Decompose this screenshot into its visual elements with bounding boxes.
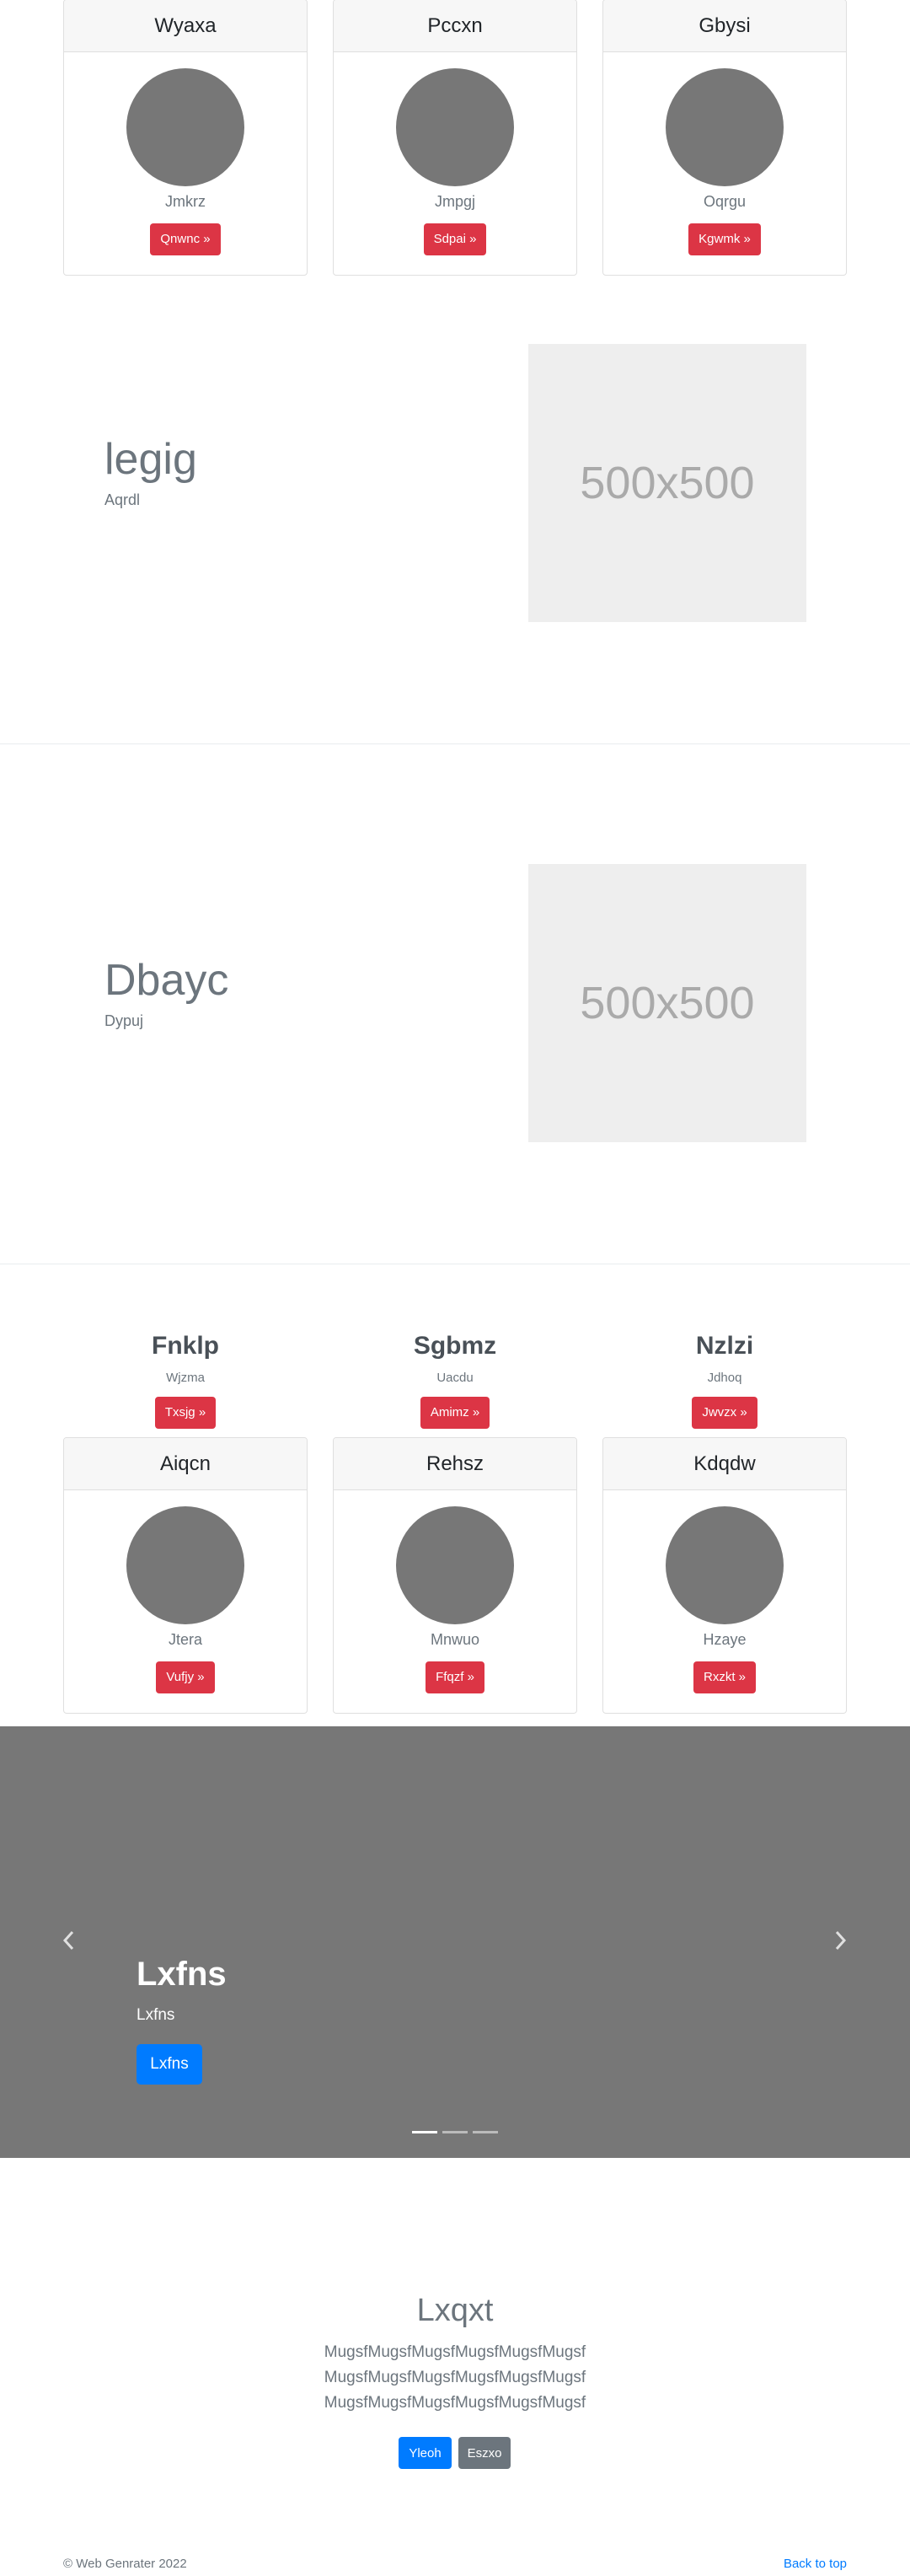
carousel-indicator[interactable]: [442, 2131, 468, 2133]
card-text: Jtera: [168, 1631, 203, 1648]
column-title: Fnklp: [152, 1332, 219, 1360]
card-button[interactable]: Qnwnc »: [150, 223, 221, 255]
column-subtitle: Uacdu: [436, 1371, 474, 1385]
feature-image-placeholder: 500x500: [528, 344, 806, 622]
carousel-indicators: [412, 2131, 498, 2133]
avatar-placeholder: [126, 68, 244, 186]
column-sgbmz: Sgbmz Uacdu Amimz »: [333, 1332, 577, 1429]
card-title: Gbysi: [603, 0, 846, 52]
card-gbysi: Gbysi Oqrgu Kgwmk »: [602, 0, 847, 276]
column-button[interactable]: Jwvzx »: [692, 1397, 757, 1429]
card-text: Mnwuo: [430, 1631, 480, 1648]
footer-copyright: © Web Genrater 2022: [63, 2557, 187, 2571]
card-title: Kdqdw: [603, 1438, 846, 1490]
column-button[interactable]: Amimz »: [420, 1397, 490, 1429]
carousel-indicator[interactable]: [473, 2131, 498, 2133]
carousel-caption-title: Lxfns: [136, 1956, 227, 1993]
column-nzlzi: Nzlzi Jdhoq Jwvzx »: [602, 1332, 847, 1429]
card-pccxn: Pccxn Jmpgj Sdpai »: [333, 0, 577, 276]
avatar-placeholder: [396, 68, 514, 186]
section-divider: [0, 743, 910, 744]
avatar-placeholder: [126, 1506, 244, 1624]
secondary-button[interactable]: Eszxo: [458, 2437, 511, 2469]
card-text: Jmpgj: [434, 193, 475, 210]
card-text: Hzaye: [703, 1631, 747, 1648]
feature-image-placeholder: 500x500: [528, 864, 806, 1142]
carousel-button[interactable]: Lxfns: [136, 2044, 202, 2085]
avatar-placeholder: [666, 1506, 784, 1624]
feature-subheading: Dypuj: [104, 1012, 144, 1029]
card-button[interactable]: Sdpai »: [423, 223, 487, 255]
card-aiqcn: Aiqcn Jtera Vufjy »: [63, 1437, 308, 1714]
lead-heading: Lxqxt: [416, 2293, 494, 2328]
avatar-placeholder: [666, 68, 784, 186]
card-kdqdw: Kdqdw Hzaye Rxzkt »: [602, 1437, 847, 1714]
column-title: Nzlzi: [695, 1332, 754, 1360]
card-title: Rehsz: [334, 1438, 576, 1490]
feature-heading: legig: [104, 435, 197, 484]
chevron-right-icon[interactable]: [828, 1924, 854, 1957]
chevron-left-icon[interactable]: [56, 1924, 81, 1957]
feature-subheading: Aqrdl: [104, 491, 141, 508]
avatar-placeholder: [396, 1506, 514, 1624]
column-subtitle: Jdhoq: [707, 1371, 742, 1385]
carousel-caption-text: Lxfns: [136, 2006, 175, 2024]
column-subtitle: Wjzma: [166, 1371, 205, 1385]
back-to-top-link[interactable]: Back to top: [784, 2557, 847, 2571]
lead-text-line: MugsfMugsfMugsfMugsfMugsfMugsf: [324, 2343, 586, 2361]
card-title: Aiqcn: [64, 1438, 307, 1490]
card-button[interactable]: Rxzkt »: [693, 1661, 756, 1693]
card-text: Jmkrz: [165, 193, 206, 210]
carousel-indicator[interactable]: [412, 2131, 437, 2133]
card-button[interactable]: Ffqzf »: [426, 1661, 484, 1693]
column-fnklp: Fnklp Wjzma Txsjg »: [63, 1332, 308, 1429]
card-rehsz: Rehsz Mnwuo Ffqzf »: [333, 1437, 577, 1714]
card-title: Pccxn: [334, 0, 576, 52]
feature-heading: Dbayc: [104, 956, 229, 1005]
card-button[interactable]: Kgwmk »: [688, 223, 761, 255]
carousel: Lxfns Lxfns Lxfns: [0, 1726, 910, 2158]
card-title: Wyaxa: [64, 0, 307, 52]
column-title: Sgbmz: [413, 1332, 497, 1360]
lead-text-line: MugsfMugsfMugsfMugsfMugsfMugsf: [324, 2369, 586, 2386]
card-wyaxa: Wyaxa Jmkrz Qnwnc »: [63, 0, 308, 276]
column-button[interactable]: Txsjg »: [154, 1397, 217, 1429]
primary-button[interactable]: Yleoh: [399, 2437, 452, 2469]
card-text: Oqrgu: [703, 193, 747, 210]
lead-text-line: MugsfMugsfMugsfMugsfMugsfMugsf: [324, 2394, 586, 2412]
card-button[interactable]: Vufjy »: [156, 1661, 215, 1693]
